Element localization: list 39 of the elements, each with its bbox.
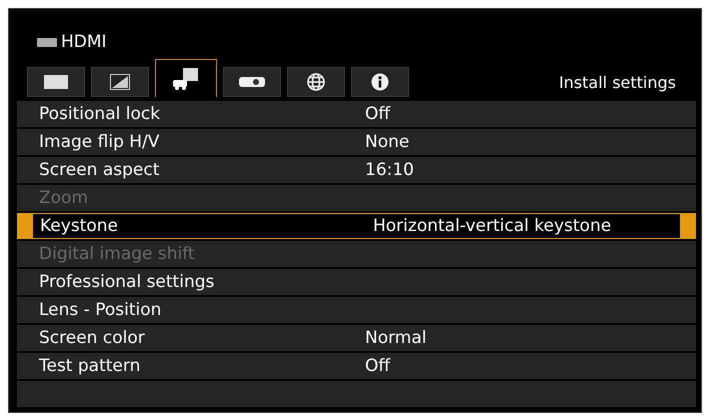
setting-value: 16:10 (365, 160, 414, 180)
hdmi-badge-icon (37, 38, 57, 46)
setting-label: Zoom (38, 188, 90, 208)
menu-tab[interactable] (155, 59, 217, 97)
setting-value: None (365, 132, 410, 152)
menu-row[interactable]: Professional settings (17, 269, 696, 295)
setting-label: Lens - Position (38, 300, 162, 320)
setting-label: Positional lock (38, 104, 162, 124)
menu-tab[interactable] (351, 67, 409, 97)
info-icon (371, 73, 389, 91)
setting-value: Horizontal-vertical keystone (373, 216, 612, 236)
menu-tab[interactable] (223, 67, 281, 97)
projector-screen-icon (173, 68, 199, 90)
menu-tab[interactable] (287, 67, 345, 97)
menu-row[interactable]: Test pattern Off (17, 353, 696, 379)
tab-title: Install settings (558, 72, 677, 92)
setting-value: Off (365, 104, 390, 124)
setting-label: Image flip H/V (38, 132, 160, 152)
menu-row[interactable]: Lens - Position (17, 297, 696, 323)
setting-label: Digital image shift (38, 244, 196, 264)
setting-value: Off (365, 356, 390, 376)
globe-icon (307, 73, 325, 91)
setting-value: Normal (365, 328, 427, 348)
menu-row[interactable]: Screen color Normal (17, 325, 696, 351)
contrast-icon (110, 74, 130, 90)
input-source-title: HDMI (61, 32, 107, 52)
setting-label: Screen color (38, 328, 146, 348)
setting-label: Screen aspect (38, 160, 160, 180)
setting-label: Test pattern (38, 356, 142, 376)
screen-icon (44, 75, 68, 89)
menu-row[interactable]: Positional lock Off (17, 101, 696, 127)
selected-menu-row[interactable]: Keystone Horizontal-vertical keystone (17, 213, 696, 239)
menu-row[interactable]: Image flip H/V None (17, 129, 696, 155)
projector-icon (239, 76, 265, 88)
setting-label: Keystone (39, 216, 119, 236)
menu-tab[interactable] (91, 67, 149, 97)
setting-label: Professional settings (38, 272, 216, 292)
menu-tab[interactable] (27, 67, 85, 97)
menu-row[interactable]: Screen aspect 16:10 (17, 157, 696, 183)
